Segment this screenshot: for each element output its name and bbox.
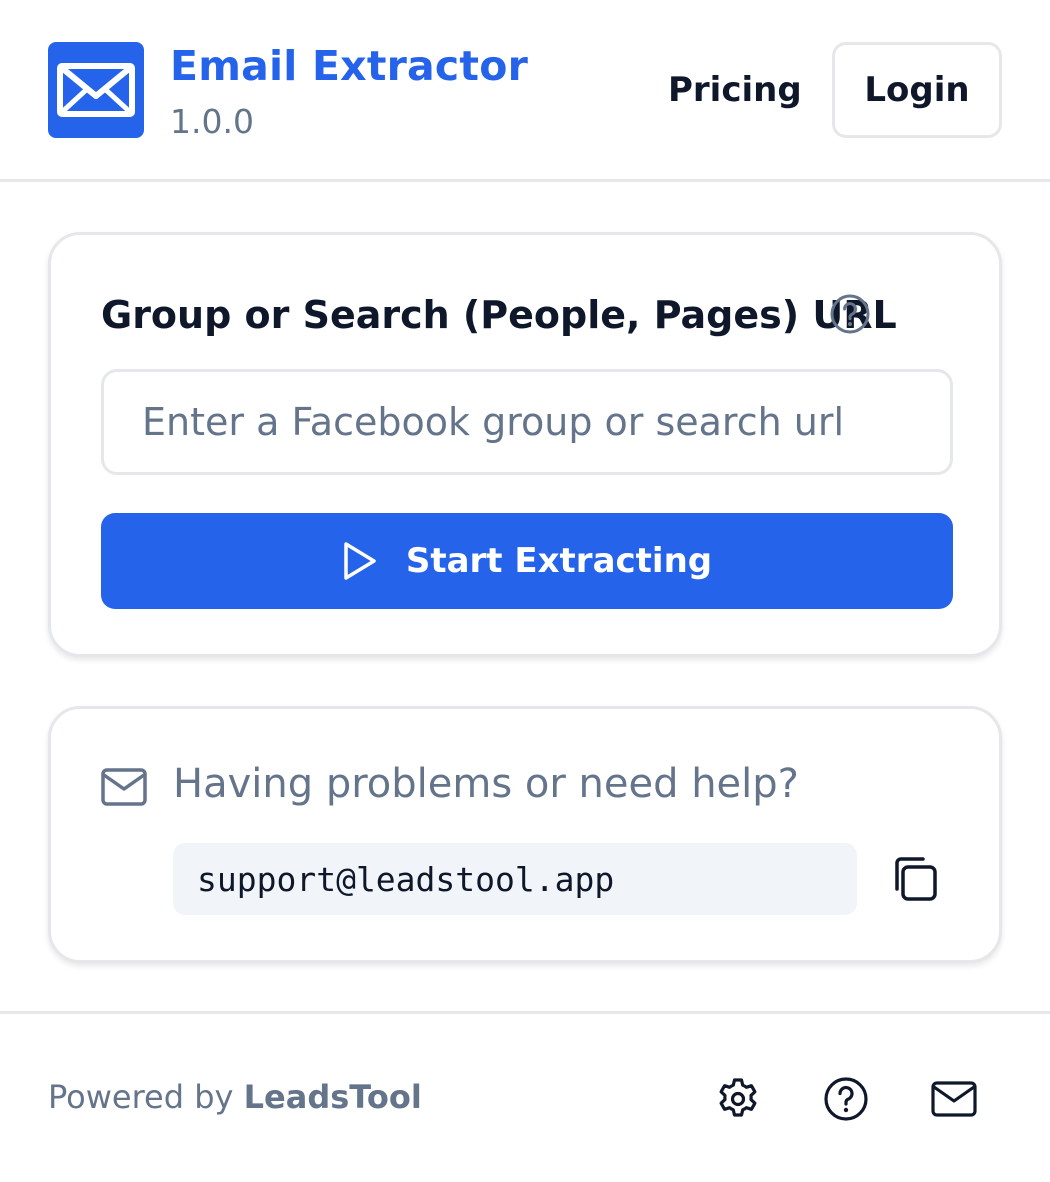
extract-card: Group or Search (People, Pages) URL Star… bbox=[48, 232, 1002, 657]
play-icon bbox=[344, 542, 376, 580]
app-logo bbox=[48, 42, 144, 138]
start-extracting-button[interactable]: Start Extracting bbox=[101, 513, 953, 609]
url-field-label: Group or Search (People, Pages) URL bbox=[101, 293, 897, 337]
mail-icon[interactable] bbox=[930, 1075, 978, 1123]
support-email-text: support@leadstool.app bbox=[197, 859, 615, 899]
start-extracting-label: Start Extracting bbox=[405, 541, 713, 581]
group-url-input[interactable] bbox=[101, 369, 953, 475]
envelope-icon bbox=[57, 63, 135, 117]
powered-by: Powered by LeadsTool bbox=[48, 1078, 422, 1116]
brand-link[interactable]: LeadsTool bbox=[244, 1078, 422, 1116]
question-circle-icon[interactable] bbox=[829, 293, 871, 335]
powered-by-label: Powered by bbox=[48, 1078, 234, 1116]
app-title: Email Extractor bbox=[170, 42, 529, 90]
pricing-link[interactable]: Pricing bbox=[668, 70, 802, 110]
app-version: 1.0.0 bbox=[170, 102, 254, 141]
support-email[interactable]: support@leadstool.app bbox=[173, 843, 857, 915]
login-button[interactable]: Login bbox=[832, 42, 1002, 138]
help-text: Having problems or need help? bbox=[173, 761, 799, 807]
help-card: Having problems or need help? support@le… bbox=[48, 706, 1002, 963]
mail-icon bbox=[101, 768, 147, 806]
header: Email Extractor 1.0.0 Pricing Login bbox=[0, 0, 1050, 182]
gear-icon[interactable] bbox=[714, 1075, 762, 1123]
copy-icon[interactable] bbox=[889, 853, 941, 905]
footer-divider bbox=[0, 1011, 1050, 1014]
help-circle-icon[interactable] bbox=[822, 1075, 870, 1123]
